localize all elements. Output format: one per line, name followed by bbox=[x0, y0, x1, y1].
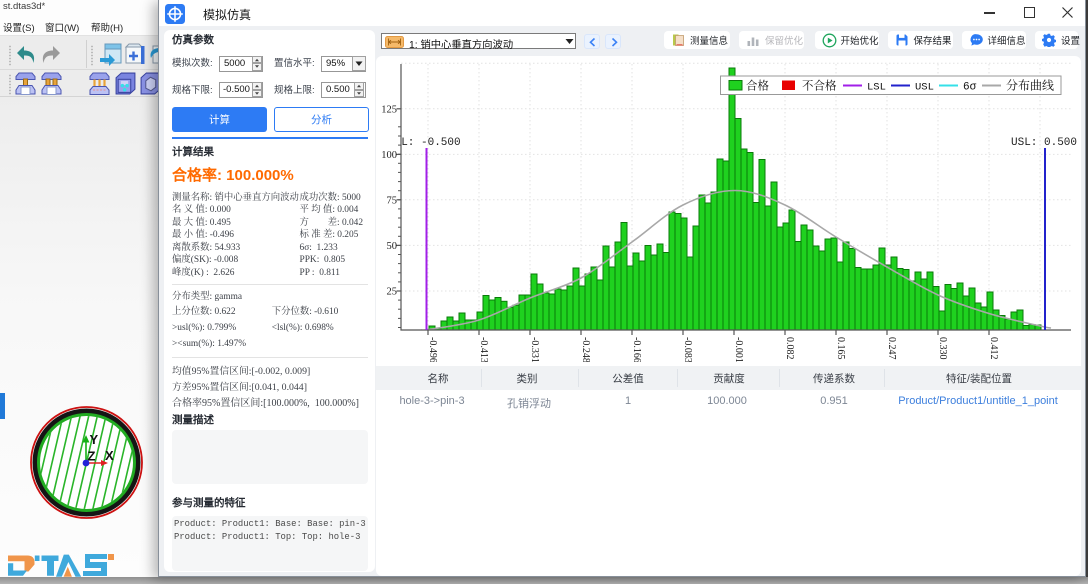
svg-text:合格: 合格 bbox=[746, 78, 769, 94]
svg-text:0.412: 0.412 bbox=[988, 337, 999, 360]
svg-text:USL: USL bbox=[915, 82, 934, 94]
svg-text:Y: Y bbox=[90, 432, 99, 447]
svg-text:0.330: 0.330 bbox=[937, 337, 948, 360]
svg-text:不合格: 不合格 bbox=[802, 78, 837, 94]
svg-text:-0.166: -0.166 bbox=[631, 337, 642, 362]
svg-text:-0.083: -0.083 bbox=[682, 337, 693, 362]
svg-text:0.247: 0.247 bbox=[886, 337, 897, 360]
svg-text:0.165: 0.165 bbox=[835, 337, 846, 360]
svg-text:100: 100 bbox=[381, 150, 397, 161]
svg-text:125: 125 bbox=[381, 104, 397, 115]
svg-text:75: 75 bbox=[387, 195, 398, 206]
svg-text:-0.496: -0.496 bbox=[427, 337, 438, 362]
svg-text:-0.248: -0.248 bbox=[580, 337, 591, 362]
svg-text:分布曲线: 分布曲线 bbox=[1006, 77, 1054, 94]
svg-text:USL: 0.500: USL: 0.500 bbox=[1011, 137, 1077, 149]
svg-text:Z: Z bbox=[88, 449, 96, 464]
svg-text:25: 25 bbox=[387, 287, 398, 298]
svg-text:50: 50 bbox=[387, 241, 398, 252]
svg-text:-0.331: -0.331 bbox=[529, 337, 540, 362]
svg-text:X: X bbox=[105, 448, 114, 463]
svg-text:-0.001: -0.001 bbox=[733, 337, 744, 362]
svg-text:0.082: 0.082 bbox=[784, 337, 795, 360]
svg-text:LSL: -0.500: LSL: -0.500 bbox=[388, 137, 461, 149]
svg-text:LSL: LSL bbox=[867, 82, 886, 94]
svg-text:-0.413: -0.413 bbox=[478, 337, 489, 362]
svg-text:6σ: 6σ bbox=[963, 82, 977, 94]
